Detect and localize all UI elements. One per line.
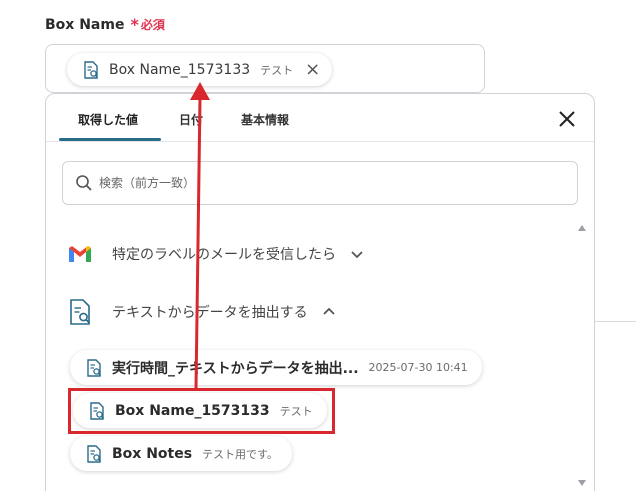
search-icon bbox=[76, 175, 92, 191]
section-label: テキストからデータを抽出する bbox=[112, 305, 308, 321]
annotation-highlight-box bbox=[68, 388, 335, 434]
document-search-icon bbox=[87, 358, 101, 377]
field-label-text: Box Name bbox=[45, 16, 125, 33]
section-gmail-trigger[interactable]: 特定のラベルのメールを受信したら bbox=[66, 240, 364, 268]
section-text-extraction[interactable]: テキストからデータを抽出する bbox=[66, 298, 336, 326]
background-divider bbox=[595, 321, 636, 322]
scroll-up-arrow[interactable] bbox=[578, 225, 586, 231]
document-search-icon bbox=[84, 60, 98, 79]
document-search-icon bbox=[87, 444, 101, 463]
chevron-down-icon bbox=[351, 251, 363, 259]
tab-retrieved-values[interactable]: 取得した値 bbox=[78, 111, 138, 128]
tab-bar: 取得した値 日付 基本情報 bbox=[46, 94, 594, 142]
field-label: Box Name * 必須 bbox=[45, 15, 165, 34]
active-tab-indicator bbox=[59, 138, 161, 141]
item-label: 実行時間_テキストからデータを抽出... bbox=[112, 360, 359, 377]
item-value: 2025-07-30 10:41 bbox=[368, 361, 468, 374]
list-item[interactable]: 実行時間_テキストからデータを抽出... 2025-07-30 10:41 bbox=[70, 350, 482, 385]
selected-value-chip[interactable]: Box Name_1573133 テスト × bbox=[67, 53, 333, 86]
search-box[interactable] bbox=[62, 161, 578, 205]
required-mark: * bbox=[130, 15, 139, 34]
tab-date[interactable]: 日付 bbox=[179, 111, 203, 128]
item-label: Box Notes bbox=[112, 445, 193, 462]
required-text: 必須 bbox=[140, 18, 165, 32]
close-icon[interactable] bbox=[556, 108, 578, 130]
document-search-icon bbox=[70, 299, 91, 325]
tab-basic-info[interactable]: 基本情報 bbox=[241, 111, 289, 128]
list-item[interactable]: Box Notes テスト用です。 bbox=[70, 436, 292, 471]
search-input[interactable] bbox=[99, 176, 399, 190]
scroll-down-arrow[interactable] bbox=[578, 480, 586, 486]
box-name-input[interactable]: Box Name_1573133 テスト × bbox=[45, 44, 485, 93]
chip-sub: テスト bbox=[260, 63, 294, 77]
item-value: テスト用です。 bbox=[202, 447, 278, 461]
section-label: 特定のラベルのメールを受信したら bbox=[112, 247, 336, 263]
chip-remove-button[interactable]: × bbox=[305, 60, 320, 79]
chip-label: Box Name_1573133 bbox=[109, 61, 251, 78]
gmail-icon bbox=[69, 246, 91, 262]
chevron-up-icon bbox=[322, 307, 335, 315]
